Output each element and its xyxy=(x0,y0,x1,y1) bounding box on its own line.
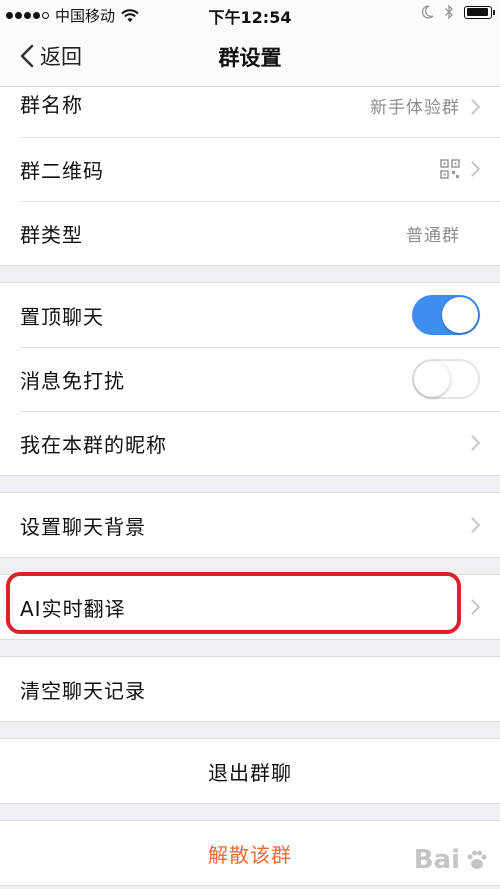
group-type-label: 群类型 xyxy=(20,222,83,247)
clear-history-row[interactable]: 清空聊天记录 xyxy=(0,657,500,721)
paw-icon xyxy=(467,850,487,869)
group-name-row[interactable]: 群名称 新手体验群 xyxy=(0,87,500,137)
bluetooth-icon xyxy=(445,4,453,20)
chat-background-label: 设置聊天背景 xyxy=(20,514,146,539)
mute-row: 消息免打扰 xyxy=(0,347,500,411)
moon-icon xyxy=(421,5,434,19)
pin-chat-toggle[interactable] xyxy=(412,295,480,335)
status-right xyxy=(421,4,495,20)
pin-chat-label: 置顶聊天 xyxy=(20,304,104,329)
ai-translate-label: AI实时翻译 xyxy=(20,596,126,621)
group-qrcode-label: 群二维码 xyxy=(20,158,104,183)
group-name-value: 新手体验群 xyxy=(370,98,460,118)
ai-translate-row[interactable]: AI实时翻译 xyxy=(0,575,500,639)
chevron-right-icon xyxy=(471,599,480,615)
dismiss-group-label: 解散该群 xyxy=(208,842,292,867)
chevron-right-icon xyxy=(471,435,480,451)
chevron-right-icon xyxy=(471,517,480,533)
mute-label: 消息免打扰 xyxy=(20,368,125,393)
group-qrcode-row[interactable]: 群二维码 xyxy=(0,137,500,201)
exit-group-button[interactable]: 退出群聊 xyxy=(0,739,500,803)
chevron-right-icon xyxy=(471,161,480,177)
translate-section: AI实时翻译 xyxy=(0,574,500,640)
mute-toggle[interactable] xyxy=(412,359,480,399)
status-bar: 中国移动 下午12:54 xyxy=(0,0,500,28)
exit-group-label: 退出群聊 xyxy=(208,760,292,785)
page-title: 群设置 xyxy=(218,46,282,70)
chat-background-row[interactable]: 设置聊天背景 xyxy=(0,493,500,557)
group-type-value: 普通群 xyxy=(406,225,460,246)
nickname-label: 我在本群的昵称 xyxy=(20,432,167,457)
group-name-label: 群名称 xyxy=(20,93,83,117)
battery-icon xyxy=(464,5,495,19)
background-section: 设置聊天背景 xyxy=(0,492,500,558)
chevron-right-icon xyxy=(471,99,480,115)
watermark: Bai xyxy=(414,845,490,875)
group-info-section: 群名称 新手体验群 群二维码 群类型 普通群 xyxy=(0,87,500,266)
exit-section: 退出群聊 xyxy=(0,738,500,804)
pin-chat-row: 置顶聊天 xyxy=(0,283,500,347)
clear-section: 清空聊天记录 xyxy=(0,656,500,722)
nav-bar: 返回 群设置 xyxy=(0,28,500,87)
watermark-text: Bai xyxy=(413,845,460,875)
clear-history-label: 清空聊天记录 xyxy=(20,678,146,703)
group-type-row: 群类型 普通群 xyxy=(0,201,500,265)
qrcode-icon xyxy=(440,159,460,179)
nickname-row[interactable]: 我在本群的昵称 xyxy=(0,411,500,475)
chat-settings-section: 置顶聊天 消息免打扰 我在本群的昵称 xyxy=(0,282,500,476)
